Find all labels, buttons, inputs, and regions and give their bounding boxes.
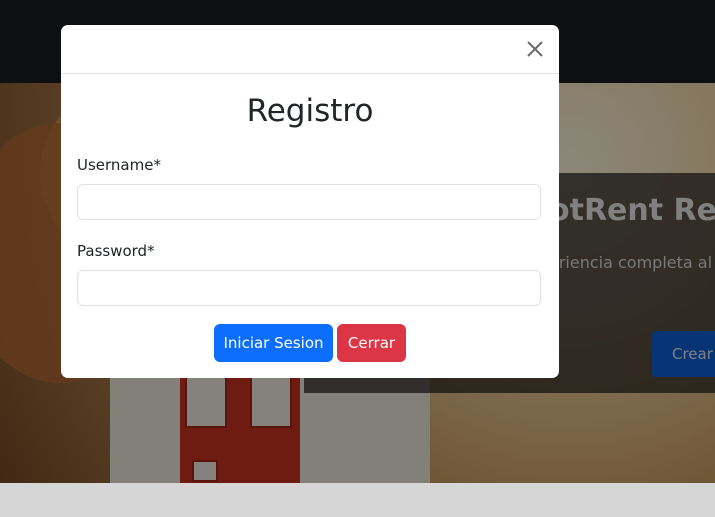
modal-title: Registro	[246, 93, 374, 129]
close-icon[interactable]	[523, 37, 547, 61]
modal-header	[61, 25, 559, 74]
password-input[interactable]	[77, 270, 541, 306]
username-label: Username*	[77, 156, 161, 174]
page-bottom-strip	[0, 483, 715, 517]
register-modal: Registro Username* Password* Iniciar Ses…	[61, 25, 559, 378]
password-label: Password*	[77, 242, 155, 260]
username-input[interactable]	[77, 184, 541, 220]
login-button[interactable]: Iniciar Sesion	[214, 324, 333, 362]
cancel-button[interactable]: Cerrar	[337, 324, 406, 362]
